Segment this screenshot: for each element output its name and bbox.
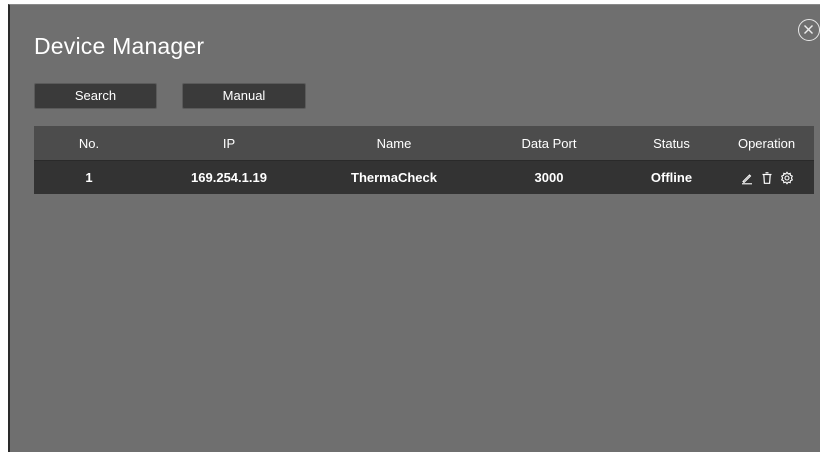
column-header-status: Status: [653, 135, 690, 151]
table-header: No. IP Name Data Port Status Operation: [34, 126, 814, 161]
delete-icon[interactable]: [760, 171, 774, 185]
column-header-data-port: Data Port: [521, 135, 577, 151]
cell-operation: [719, 170, 814, 185]
device-manager-dialog: Device Manager Search Manual No. IP Name…: [8, 4, 820, 452]
table-row[interactable]: 1 169.254.1.19 ThermaCheck 3000 Offline: [34, 161, 814, 194]
column-header-ip: IP: [222, 135, 236, 151]
dialog-title: Device Manager: [34, 33, 205, 59]
cell-ip: 169.254.1.19: [191, 170, 267, 185]
cell-status: Offline: [650, 170, 693, 185]
column-header-no: No.: [78, 135, 100, 151]
cell-data-port: 3000: [534, 170, 564, 185]
manual-button[interactable]: Manual: [182, 83, 306, 109]
settings-icon[interactable]: [780, 170, 794, 185]
column-header-name: Name: [376, 135, 412, 151]
column-header-operation: Operation: [737, 135, 796, 151]
close-button[interactable]: [798, 19, 820, 41]
cell-name: ThermaCheck: [351, 170, 437, 185]
edit-icon[interactable]: [740, 171, 754, 185]
device-table: No. IP Name Data Port Status Operation 1…: [34, 126, 814, 194]
search-button[interactable]: Search: [34, 83, 157, 109]
cell-no: 1: [85, 170, 93, 185]
